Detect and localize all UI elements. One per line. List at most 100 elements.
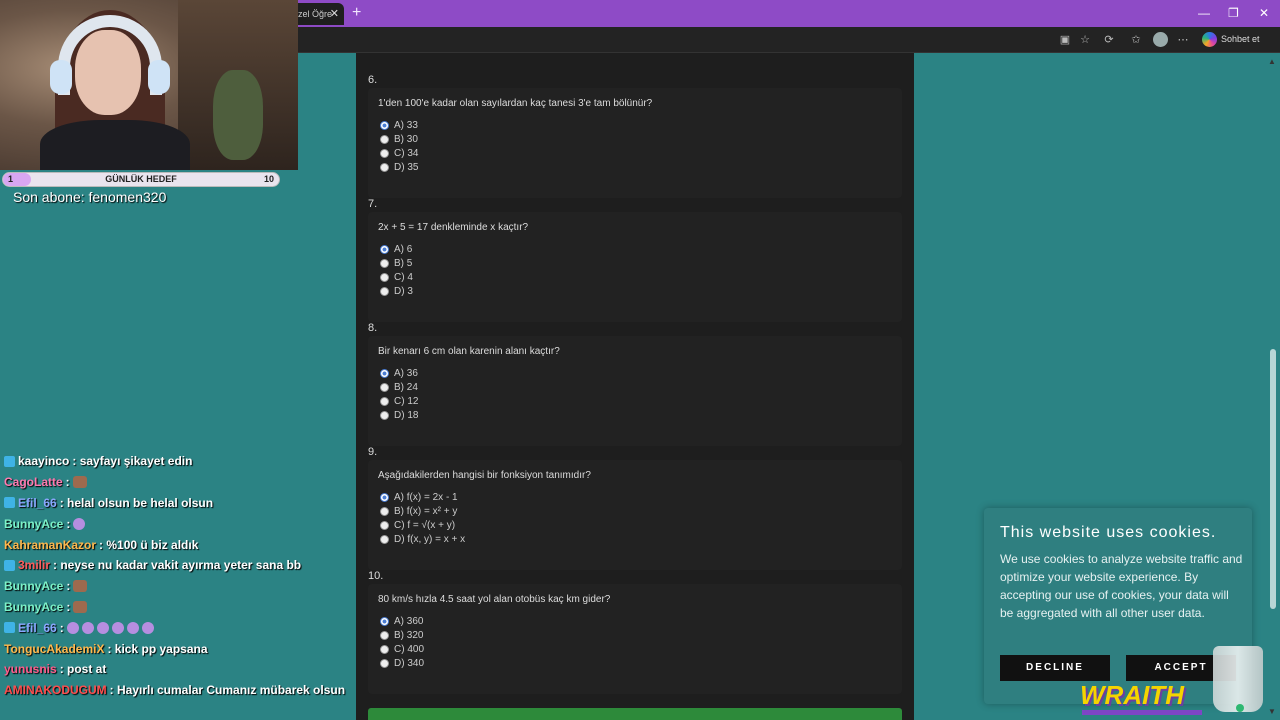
tab-close-icon[interactable]: ✕ [330,7,339,20]
answer-radio[interactable] [380,383,389,392]
answer-radio[interactable] [380,645,389,654]
answer-option[interactable]: C) 34 [380,148,418,159]
chat-text: : neyse nu kadar vakit ayırma yeter sana… [53,558,302,573]
tab-title: zel Öğre [298,9,333,19]
answer-radio[interactable] [380,245,389,254]
profile-icon[interactable] [1153,32,1168,47]
answer-label: A) f(x) = 2x - 1 [394,492,458,503]
answer-option[interactable]: A) 360 [380,616,423,627]
answer-radio[interactable] [380,369,389,378]
headphone-ear-left [50,60,72,94]
copilot-icon[interactable] [1202,32,1217,47]
answer-radio[interactable] [380,535,389,544]
chat-message: AMINAKODUGUM: Hayırlı cumalar Cumanız mü… [4,680,349,701]
chat-username[interactable]: TongucAkademiX [4,642,104,656]
webcam-feed [0,0,298,170]
chat-text: : kick pp yapsana [107,641,208,656]
new-tab-button[interactable]: + [352,4,361,22]
answer-option[interactable]: D) 3 [380,286,413,297]
submit-button[interactable] [368,708,902,720]
chat-username[interactable]: BunnyAce [4,600,63,614]
scroll-up-icon[interactable]: ▲ [1268,57,1276,66]
answer-option[interactable]: B) f(x) = x² + y [380,506,457,517]
chat-username[interactable]: yunusnis [4,662,57,676]
favorites-icon[interactable]: ✩ [1129,33,1143,47]
scroll-thumb[interactable] [1270,349,1276,609]
answer-radio[interactable] [380,135,389,144]
more-icon[interactable]: ⋯ [1176,33,1190,47]
answer-option[interactable]: B) 30 [380,134,418,145]
favorite-star-icon[interactable]: ☆ [1078,33,1092,47]
answer-label: A) 360 [394,616,424,627]
decline-button[interactable]: DECLINE [1000,655,1110,681]
restore-button[interactable]: ❐ [1228,6,1239,20]
answer-radio[interactable] [380,259,389,268]
answer-radio[interactable] [380,411,389,420]
question-number: 7. [368,198,378,210]
status-dot-icon [1236,704,1244,712]
answer-option[interactable]: D) f(x, y) = x + x [380,534,465,545]
answer-radio[interactable] [380,521,389,530]
chat-username[interactable]: CagoLatte [4,475,63,489]
answer-radio[interactable] [380,273,389,282]
chat-emote-icon [141,621,154,634]
chat-username[interactable]: BunnyAce [4,579,63,593]
chat-username[interactable]: KahramanKazor [4,538,96,552]
cookie-text: We use cookies to analyze website traffi… [1000,552,1243,620]
answer-radio[interactable] [380,149,389,158]
answer-option[interactable]: B) 320 [380,630,423,641]
question-card: Bir kenarı 6 cm olan karenin alanı kaçtı… [368,336,902,446]
answer-radio[interactable] [380,631,389,640]
answer-radio[interactable] [380,397,389,406]
question-number: 6. [368,74,378,86]
chat-username[interactable]: kaayinco [18,454,69,468]
answer-option[interactable]: C) f = √(x + y) [380,520,455,531]
answer-option[interactable]: C) 12 [380,396,418,407]
chat-message: Efil_66: [4,617,349,638]
split-screen-icon[interactable]: ▣ [1058,33,1072,47]
chat-emote-icon [81,621,94,634]
answer-option[interactable]: A) 33 [380,120,418,131]
answer-option[interactable]: B) 5 [380,258,412,269]
question-number: 8. [368,322,378,334]
question-card: 1'den 100'e kadar olan sayılardan kaç ta… [368,88,902,198]
chat-username[interactable]: BunnyAce [4,517,63,531]
chat-text: : [66,599,71,614]
question-card: Aşağıdakilerden hangisi bir fonksiyon ta… [368,460,902,570]
answer-label: B) 320 [394,630,424,641]
cookie-banner: This website uses cookies. We use cookie… [984,508,1252,704]
answer-radio[interactable] [380,659,389,668]
minimize-button[interactable]: — [1198,6,1210,20]
answer-radio[interactable] [380,121,389,130]
answer-option[interactable]: D) 35 [380,162,418,173]
chat-username[interactable]: 3milir [18,558,50,572]
answer-radio[interactable] [380,287,389,296]
chat-text: : [66,579,71,594]
answer-radio[interactable] [380,493,389,502]
browser-tab[interactable]: zel Öğre ✕ [292,3,344,25]
scroll-down-icon[interactable]: ▼ [1268,707,1276,716]
extensions-icon[interactable]: ⟳ [1102,33,1116,47]
question-text: 1'den 100'e kadar olan sayılardan kaç ta… [378,98,653,109]
answer-option[interactable]: A) f(x) = 2x - 1 [380,492,458,503]
chat-username[interactable]: AMINAKODUGUM [4,683,107,697]
answer-radio[interactable] [380,507,389,516]
answer-radio[interactable] [380,617,389,626]
answer-option[interactable]: D) 18 [380,410,418,421]
chat-username[interactable]: Efil_66 [18,621,57,635]
answer-label: C) f = √(x + y) [394,520,456,531]
copilot-chat-button[interactable]: Sohbet et [1221,34,1260,44]
chat-text: : post at [59,662,107,677]
answer-option[interactable]: A) 36 [380,368,418,379]
answer-option[interactable]: D) 340 [380,658,424,669]
answer-option[interactable]: A) 6 [380,244,412,255]
close-window-button[interactable]: ✕ [1259,6,1269,20]
answer-option[interactable]: C) 400 [380,644,424,655]
answer-option[interactable]: B) 24 [380,382,418,393]
page-scrollbar[interactable]: ▲ ▼ [1266,53,1280,720]
answer-option[interactable]: C) 4 [380,272,413,283]
question-text: Aşağıdakilerden hangisi bir fonksiyon ta… [378,470,591,481]
answer-radio[interactable] [380,163,389,172]
chat-message: BunnyAce: [4,513,349,534]
chat-username[interactable]: Efil_66 [18,496,57,510]
